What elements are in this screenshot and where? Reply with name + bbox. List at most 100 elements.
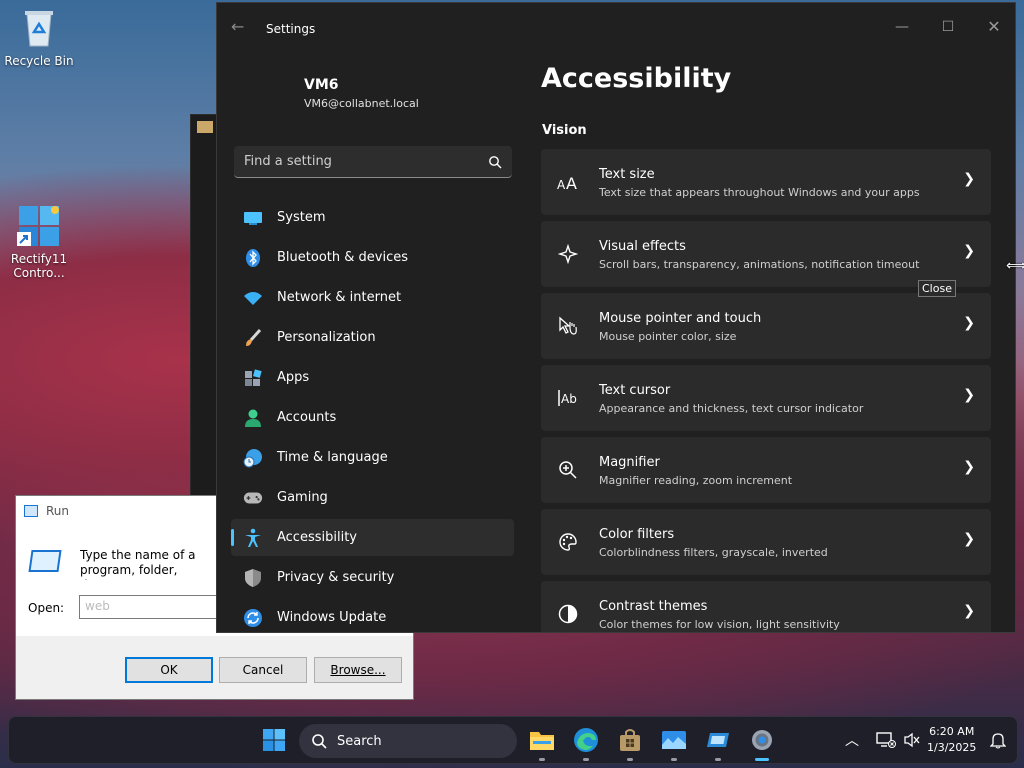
taskbar-search[interactable]: Search <box>299 724 517 758</box>
user-name: VM6 <box>304 77 339 93</box>
system-icon <box>243 208 263 228</box>
settings-search-input[interactable]: Find a setting <box>234 146 512 178</box>
nav-item-bluetooth[interactable]: Bluetooth & devices <box>231 239 514 276</box>
page-title: Accessibility <box>541 63 732 94</box>
taskbar-photos[interactable] <box>659 725 689 761</box>
card-contrast-themes[interactable]: Contrast themes Color themes for low vis… <box>541 581 991 632</box>
chevron-right-icon: ❯ <box>963 531 975 547</box>
run-open-input[interactable]: web <box>79 595 229 619</box>
close-icon[interactable]: ✕ <box>971 11 1015 43</box>
text-size-icon: AA <box>557 171 579 193</box>
settings-titlebar[interactable]: ← Settings — ☐ ✕ <box>217 3 1015 51</box>
photos-icon <box>662 731 686 749</box>
run-browse-button[interactable]: Browse... <box>314 657 402 683</box>
taskbar-file-explorer[interactable] <box>527 725 557 761</box>
taskbar-store[interactable] <box>615 725 645 761</box>
card-color-filters[interactable]: Color filters Colorblindness filters, gr… <box>541 509 991 575</box>
run-message: Type the name of a program, folder, docu… <box>80 548 212 580</box>
search-placeholder: Find a setting <box>244 154 332 169</box>
pointer-touch-icon <box>557 315 579 337</box>
desktop-icon-label: Recycle Bin <box>4 54 74 68</box>
run-ok-button[interactable]: OK <box>125 657 213 683</box>
card-text-size[interactable]: AA Text size Text size that appears thro… <box>541 149 991 215</box>
gamepad-icon <box>243 488 263 508</box>
nav-item-gaming[interactable]: Gaming <box>231 479 514 516</box>
card-subtitle: Colorblindness filters, grayscale, inver… <box>599 546 828 559</box>
chevron-right-icon: ❯ <box>963 243 975 259</box>
nav-item-time-language[interactable]: Time & language <box>231 439 514 476</box>
maximize-icon[interactable]: ☐ <box>925 11 971 43</box>
card-subtitle: Color themes for low vision, light sensi… <box>599 618 840 631</box>
update-icon <box>243 608 263 628</box>
section-title-vision: Vision <box>542 123 587 138</box>
card-text-cursor[interactable]: Ab Text cursor Appearance and thickness,… <box>541 365 991 431</box>
close-tooltip: Close <box>918 280 956 297</box>
volume-muted-icon <box>904 732 920 748</box>
card-subtitle: Scroll bars, transparency, animations, n… <box>599 258 920 271</box>
card-title: Visual effects <box>599 239 686 254</box>
nav-item-system[interactable]: System <box>231 199 514 236</box>
card-title: Mouse pointer and touch <box>599 311 762 326</box>
nav-item-network[interactable]: Network & internet <box>231 279 514 316</box>
nav-label: Windows Update <box>277 610 387 625</box>
nav-item-privacy[interactable]: Privacy & security <box>231 559 514 596</box>
nav-label: Apps <box>277 370 310 385</box>
svg-text:A: A <box>566 174 577 190</box>
run-icon <box>24 505 38 517</box>
nav-label: Accounts <box>277 410 337 425</box>
show-hidden-icons[interactable]: ︿ <box>837 725 867 755</box>
nav-item-apps[interactable]: Apps <box>231 359 514 396</box>
desktop-icon-label: Rectify11 Contro... <box>10 252 68 280</box>
avatar <box>237 73 291 127</box>
nav-item-windows-update[interactable]: Windows Update <box>231 599 514 632</box>
brush-icon <box>243 328 263 348</box>
nav-label: Personalization <box>277 330 376 345</box>
taskbar-search-label: Search <box>337 733 382 749</box>
card-magnifier[interactable]: Magnifier Magnifier reading, zoom increm… <box>541 437 991 503</box>
start-button[interactable] <box>259 725 289 755</box>
notifications-button[interactable] <box>983 725 1013 755</box>
run-program-icon <box>28 550 62 572</box>
taskbar: Search ︿ 6:20 AM 1/3/2025 <box>8 716 1018 764</box>
chevron-right-icon: ❯ <box>963 315 975 331</box>
store-bag-icon <box>620 729 640 751</box>
desktop-icon-recycle-bin[interactable]: Recycle Bin <box>0 6 78 68</box>
search-icon <box>489 155 502 168</box>
gear-icon <box>752 730 772 750</box>
settings-nav: System Bluetooth & devices Network & int… <box>231 199 514 632</box>
nav-label: Time & language <box>277 450 388 465</box>
chevron-right-icon: ❯ <box>963 171 975 187</box>
run-cancel-button[interactable]: Cancel <box>219 657 307 683</box>
card-visual-effects[interactable]: Visual effects Scroll bars, transparency… <box>541 221 991 287</box>
taskbar-edge[interactable] <box>571 725 601 761</box>
accessibility-icon <box>243 528 263 548</box>
settings-window[interactable]: ← Settings — ☐ ✕ VM6 VM6@collabnet.local… <box>216 2 1016 633</box>
recycle-bin-icon <box>17 6 61 50</box>
text-cursor-icon: Ab <box>557 387 579 409</box>
nav-item-accounts[interactable]: Accounts <box>231 399 514 436</box>
taskbar-clock[interactable]: 6:20 AM 1/3/2025 <box>927 724 976 756</box>
search-icon <box>312 734 327 749</box>
card-subtitle: Text size that appears throughout Window… <box>599 186 920 199</box>
volume-status[interactable] <box>897 725 927 755</box>
nav-item-accessibility[interactable]: Accessibility <box>231 519 514 556</box>
chevron-up-icon: ︿ <box>845 733 859 749</box>
svg-text:Ab: Ab <box>561 392 577 406</box>
palette-icon <box>557 531 579 553</box>
nav-item-personalization[interactable]: Personalization <box>231 319 514 356</box>
chevron-right-icon: ❯ <box>963 603 975 619</box>
nav-label: Privacy & security <box>277 570 395 585</box>
nav-label: Accessibility <box>277 530 357 545</box>
running-indicator <box>539 758 545 761</box>
minimize-icon[interactable]: — <box>879 11 925 43</box>
desktop-icon-rectify11[interactable]: Rectify11 Contro... <box>0 204 78 280</box>
nav-label: Gaming <box>277 490 328 505</box>
window-title: Settings <box>266 22 316 36</box>
back-arrow-icon[interactable]: ← <box>231 17 244 36</box>
taskbar-run[interactable] <box>703 725 733 761</box>
rectify11-icon <box>17 204 61 248</box>
card-title: Text size <box>599 167 655 182</box>
card-mouse-pointer[interactable]: Mouse pointer and touch Mouse pointer co… <box>541 293 991 359</box>
clock-date: 1/3/2025 <box>927 741 977 754</box>
taskbar-settings[interactable] <box>747 725 777 761</box>
